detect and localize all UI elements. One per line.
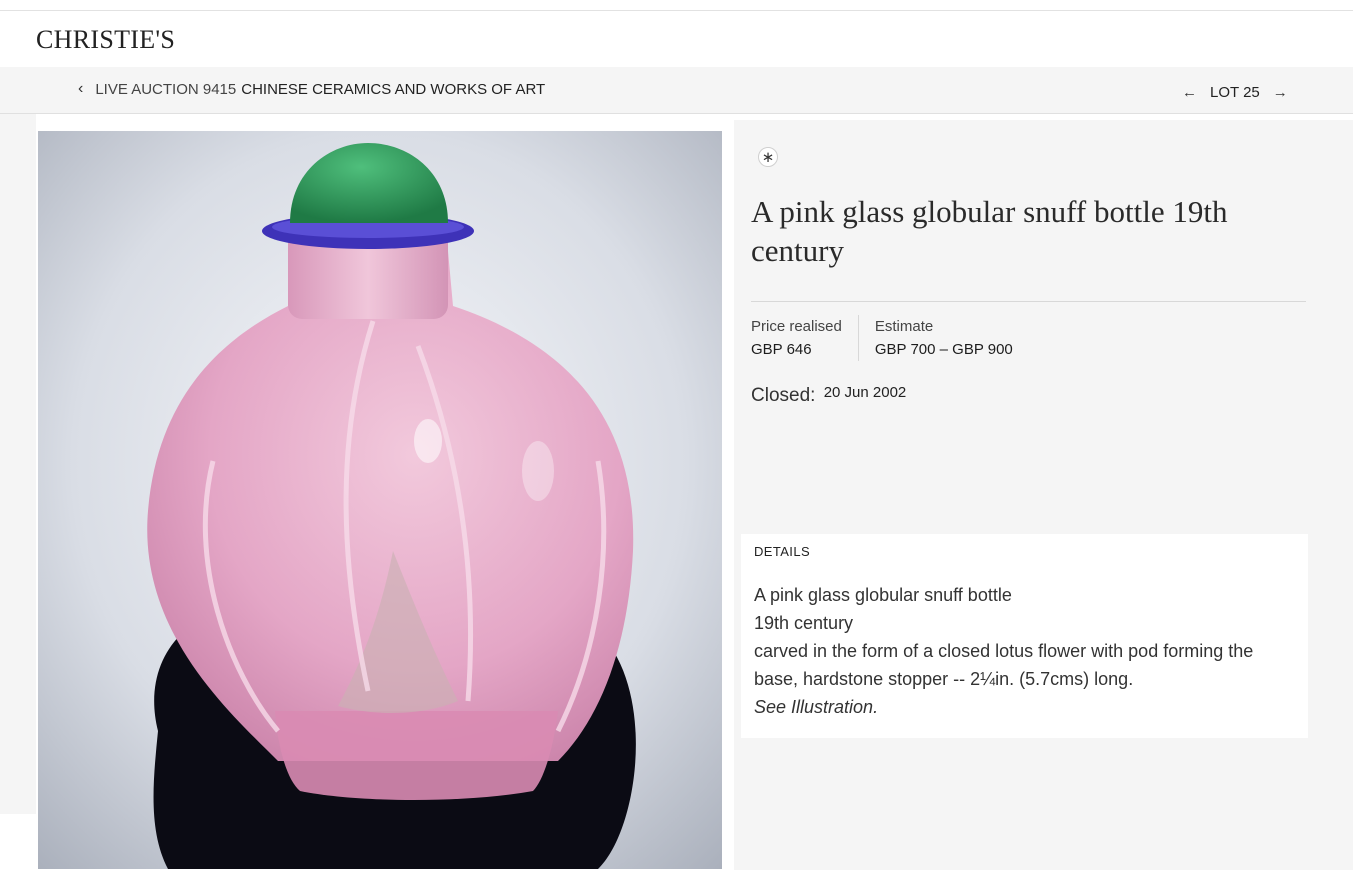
closed-date: 20 Jun 2002 (823, 384, 907, 401)
bottle-base (275, 711, 558, 800)
closed-label: Closed: (751, 385, 816, 406)
details-line: A pink glass globular snuff bottle (754, 585, 1012, 605)
estimate-label: Estimate (874, 318, 934, 335)
details-line: base, hardstone stopper -- 2¼in. (5.7cms… (754, 669, 1134, 689)
lot-title: A pink glass globular snuff bottle 19th … (751, 194, 1228, 268)
chevron-left-icon[interactable]: ‹ (78, 80, 83, 98)
arrow-right-icon[interactable]: → (1273, 84, 1288, 101)
lot-number: LOT 25 (1210, 84, 1260, 101)
breadcrumb-auction-number[interactable]: LIVE AUCTION 9415 (95, 81, 236, 98)
details-section: DETAILS A pink glass globular snuff bott… (741, 534, 1308, 738)
details-heading: DETAILS (754, 544, 811, 559)
price-realised: Price realised GBP 646 (751, 315, 859, 361)
asterisk-icon[interactable]: ∗ (758, 147, 778, 167)
details-line: 19th century (754, 613, 854, 633)
estimate-value: GBP 700 – GBP 900 (874, 341, 1013, 358)
lot-navigation: ← LOT 25 → (1182, 84, 1288, 101)
closed-info: Closed: 20 Jun 2002 (751, 384, 906, 407)
arrow-left-icon[interactable]: ← (1182, 84, 1197, 101)
breadcrumb-sale-name[interactable]: CHINESE CERAMICS AND WORKS OF ART (241, 81, 545, 98)
title-divider (751, 301, 1306, 302)
price-realised-label: Price realised (751, 318, 842, 335)
price-realised-value: GBP 646 (751, 341, 812, 358)
details-line: See Illustration. (754, 697, 879, 717)
price-summary: Price realised GBP 646 Estimate GBP 700 … (751, 315, 1013, 361)
top-divider (0, 10, 1353, 11)
breadcrumb[interactable]: ‹ LIVE AUCTION 9415 CHINESE CERAMICS AND… (78, 80, 545, 98)
details-line: carved in the form of a closed lotus flo… (754, 641, 1254, 661)
estimate: Estimate GBP 700 – GBP 900 (859, 315, 1013, 361)
christies-logo[interactable]: CHRISTIE'S (36, 25, 175, 55)
left-gutter (0, 114, 36, 814)
auction-navbar: ‹ LIVE AUCTION 9415 CHINESE CERAMICS AND… (0, 67, 1353, 114)
lot-image[interactable] (38, 131, 722, 869)
